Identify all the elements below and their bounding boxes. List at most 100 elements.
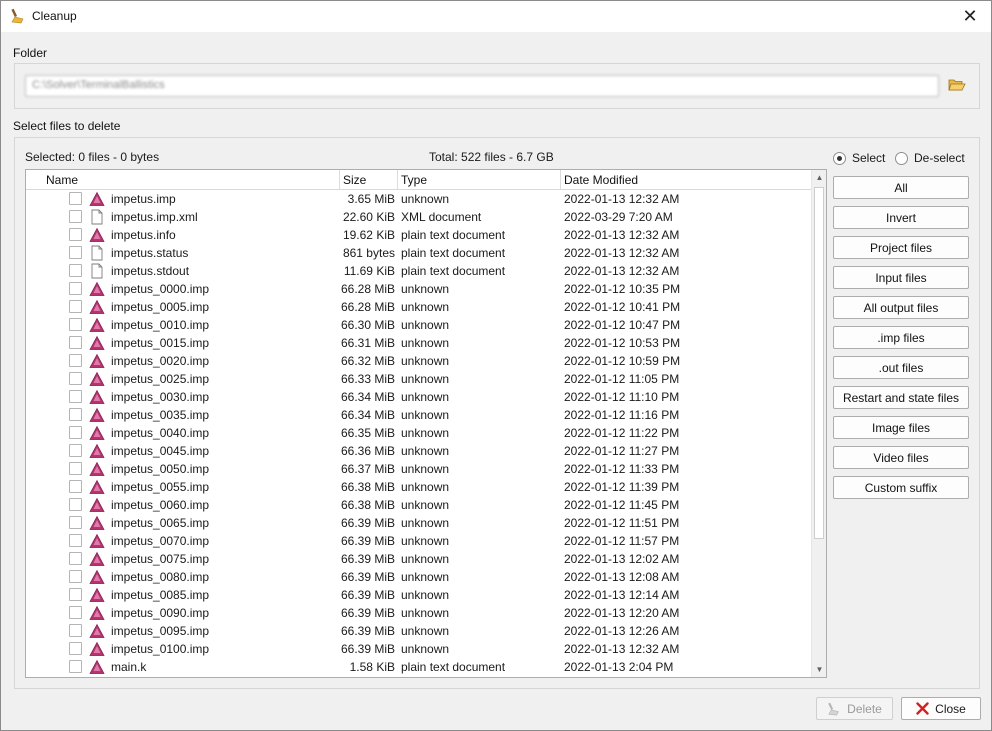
vertical-scrollbar[interactable]: ▲ ▼ [811, 170, 826, 677]
file-checkbox[interactable] [69, 282, 82, 295]
file-row[interactable]: impetus_0000.imp 66.28 MiB unknown 2022-01-… [26, 280, 812, 298]
file-date-modified: 2022-01-13 12:32 AM [564, 192, 680, 206]
column-header-size[interactable]: Size [340, 170, 398, 190]
file-row[interactable]: impetus_0025.imp 66.33 MiB unknown 2022-01-… [26, 370, 812, 388]
file-checkbox[interactable] [69, 426, 82, 439]
close-button[interactable]: Close [901, 697, 981, 720]
column-header-date-modified[interactable]: Date Modified [561, 170, 812, 190]
file-row[interactable]: impetus_0090.imp 66.39 MiB unknown 2022-01-… [26, 604, 812, 622]
file-checkbox[interactable] [69, 606, 82, 619]
file-checkbox[interactable] [69, 264, 82, 277]
file-row[interactable]: impetus_0085.imp 66.39 MiB unknown 2022-01-… [26, 586, 812, 604]
file-row[interactable]: impetus_0060.imp 66.38 MiB unknown 2022-01-… [26, 496, 812, 514]
all-output-files-button[interactable]: All output files [833, 296, 969, 319]
file-row[interactable]: impetus_0095.imp 66.39 MiB unknown 2022-01-… [26, 622, 812, 640]
file-checkbox[interactable] [69, 552, 82, 565]
file-date-modified: 2022-01-12 11:22 PM [564, 426, 680, 440]
radio-select-indicator[interactable] [833, 151, 846, 165]
video-files-button[interactable]: Video files [833, 446, 969, 469]
scrollbar-thumb[interactable] [814, 187, 824, 539]
window-close-button[interactable]: ✕ [955, 1, 985, 31]
out-files-button[interactable]: .out files [833, 356, 969, 379]
broom-icon [827, 702, 841, 716]
select-all-button[interactable]: All [833, 176, 969, 199]
file-type: unknown [401, 642, 450, 656]
file-name: impetus_0010.imp [111, 318, 210, 332]
file-checkbox[interactable] [69, 642, 82, 655]
file-checkbox[interactable] [69, 300, 82, 313]
file-row[interactable]: impetus_0040.imp 66.35 MiB unknown 2022-01-… [26, 424, 812, 442]
file-type: unknown [401, 372, 450, 386]
file-row[interactable]: impetus.imp.xml 22.60 KiB XML document 2022… [26, 208, 812, 226]
file-row[interactable]: impetus.imp 3.65 MiB unknown 2022-01-13 12:… [26, 190, 812, 208]
file-checkbox[interactable] [69, 660, 82, 673]
file-checkbox[interactable] [69, 462, 82, 475]
file-row[interactable]: impetus_0035.imp 66.34 MiB unknown 2022-01-… [26, 406, 812, 424]
input-files-button[interactable]: Input files [833, 266, 969, 289]
file-checkbox[interactable] [69, 534, 82, 547]
file-checkbox[interactable] [69, 336, 82, 349]
delete-button[interactable]: Delete [816, 697, 893, 720]
file-tree[interactable]: Name Size Type Date Modified impetus.imp… [25, 169, 827, 678]
file-name: impetus_0070.imp [111, 534, 210, 548]
column-header-name[interactable]: Name [44, 170, 340, 190]
file-row[interactable]: impetus.status 861 bytes plain text docume… [26, 244, 812, 262]
file-checkbox[interactable] [69, 624, 82, 637]
file-row[interactable]: impetus_0065.imp 66.39 MiB unknown 2022-01-… [26, 514, 812, 532]
file-checkbox[interactable] [69, 390, 82, 403]
file-row[interactable]: main.k 1.58 KiB plain text document 2022-01… [26, 658, 812, 676]
file-row[interactable]: impetus_0010.imp 66.30 MiB unknown 2022-01-… [26, 316, 812, 334]
file-row[interactable]: impetus_0075.imp 66.39 MiB unknown 2022-01-… [26, 550, 812, 568]
file-checkbox[interactable] [69, 408, 82, 421]
file-checkbox[interactable] [69, 588, 82, 601]
file-rows: impetus.imp 3.65 MiB unknown 2022-01-13 12:… [26, 190, 812, 676]
imp-files-button[interactable]: .imp files [833, 326, 969, 349]
file-checkbox[interactable] [69, 372, 82, 385]
file-row[interactable]: impetus_0020.imp 66.32 MiB unknown 2022-01-… [26, 352, 812, 370]
file-checkbox[interactable] [69, 318, 82, 331]
project-files-button[interactable]: Project files [833, 236, 969, 259]
column-header-type[interactable]: Type [398, 170, 561, 190]
radio-deselect-indicator[interactable] [895, 151, 908, 165]
scroll-down-arrow-icon[interactable]: ▼ [812, 662, 826, 677]
radio-deselect[interactable]: De-select [895, 151, 965, 165]
file-row[interactable]: impetus_0030.imp 66.34 MiB unknown 2022-01-… [26, 388, 812, 406]
file-row[interactable]: impetus.stdout 11.69 KiB plain text docume… [26, 262, 812, 280]
file-row[interactable]: impetus.info 19.62 KiB plain text document… [26, 226, 812, 244]
file-date-modified: 2022-01-13 12:32 AM [564, 228, 680, 242]
image-files-button[interactable]: Image files [833, 416, 969, 439]
file-type: unknown [401, 444, 450, 458]
file-row[interactable]: impetus_0045.imp 66.36 MiB unknown 2022-01-… [26, 442, 812, 460]
file-name: impetus_0090.imp [111, 606, 210, 620]
file-checkbox[interactable] [69, 570, 82, 583]
file-row[interactable]: impetus_0015.imp 66.31 MiB unknown 2022-01-… [26, 334, 812, 352]
custom-suffix-button[interactable]: Custom suffix [833, 476, 969, 499]
file-row[interactable]: impetus_0080.imp 66.39 MiB unknown 2022-01-… [26, 568, 812, 586]
file-name: impetus_0000.imp [111, 282, 210, 296]
file-row[interactable]: impetus_0005.imp 66.28 MiB unknown 2022-01-… [26, 298, 812, 316]
file-row[interactable]: impetus_0100.imp 66.39 MiB unknown 2022-01-… [26, 640, 812, 658]
folder-label: Folder [13, 46, 48, 60]
invert-button[interactable]: Invert [833, 206, 969, 229]
file-checkbox[interactable] [69, 516, 82, 529]
scroll-up-arrow-icon[interactable]: ▲ [812, 170, 826, 185]
impetus-triangle-icon [89, 641, 105, 657]
file-size: 66.28 MiB [340, 300, 395, 314]
folder-path-input[interactable]: C:\Solver\TerminalBallistics [25, 75, 939, 97]
file-row[interactable]: impetus_0050.imp 66.37 MiB unknown 2022-01-… [26, 460, 812, 478]
file-checkbox[interactable] [69, 246, 82, 259]
browse-folder-button[interactable] [945, 74, 969, 98]
file-checkbox[interactable] [69, 192, 82, 205]
file-checkbox[interactable] [69, 480, 82, 493]
restart-state-files-button[interactable]: Restart and state files [833, 386, 969, 409]
file-checkbox[interactable] [69, 354, 82, 367]
file-checkbox[interactable] [69, 444, 82, 457]
file-checkbox[interactable] [69, 228, 82, 241]
file-size: 66.39 MiB [340, 624, 395, 638]
file-type: plain text document [401, 660, 506, 674]
file-row[interactable]: impetus_0055.imp 66.38 MiB unknown 2022-01-… [26, 478, 812, 496]
file-row[interactable]: impetus_0070.imp 66.39 MiB unknown 2022-01-… [26, 532, 812, 550]
radio-select[interactable]: Select [833, 151, 885, 165]
file-checkbox[interactable] [69, 498, 82, 511]
file-checkbox[interactable] [69, 210, 82, 223]
